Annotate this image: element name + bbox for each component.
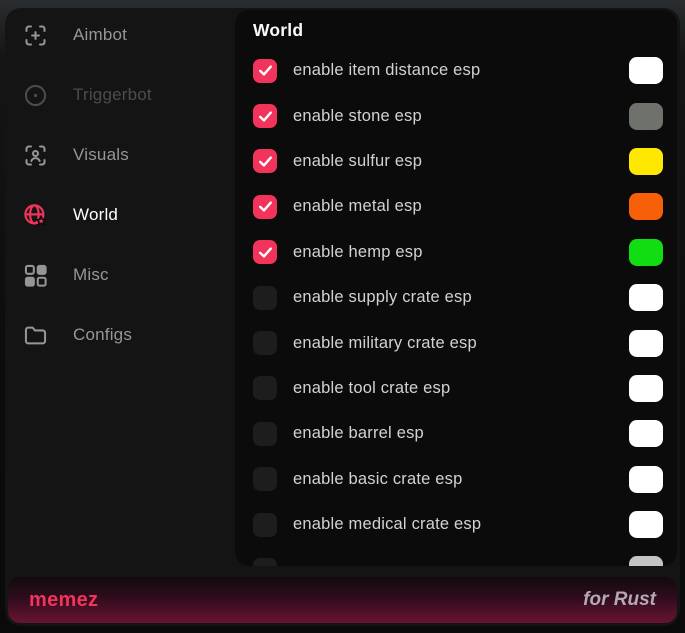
esp-color-swatch[interactable] [629, 511, 663, 538]
esp-color-swatch[interactable] [629, 330, 663, 357]
esp-option-row: enable supply crate esp [253, 275, 663, 320]
settings-panel: World enable item distance esp enable st… [235, 10, 677, 566]
check-icon [257, 198, 274, 215]
check-icon [257, 62, 274, 79]
check-icon [257, 108, 274, 125]
esp-checkbox[interactable] [253, 513, 277, 537]
esp-option-label: enable medical crate esp [293, 515, 481, 534]
esp-option-row [253, 547, 663, 566]
cheat-menu-window: Aimbot Triggerbot Visuals World Misc Con… [5, 8, 680, 626]
sidebar-item-label: Visuals [73, 145, 129, 165]
circle-dot-icon [22, 82, 49, 109]
sidebar-item-configs[interactable]: Configs [5, 305, 235, 365]
esp-checkbox[interactable] [253, 286, 277, 310]
sidebar-item-aimbot[interactable]: Aimbot [5, 5, 235, 65]
esp-options-list: enable item distance esp enable stone es… [253, 48, 663, 566]
esp-checkbox[interactable] [253, 149, 277, 173]
esp-color-swatch[interactable] [629, 284, 663, 311]
esp-option-row: enable stone esp [253, 93, 663, 138]
esp-option-row: enable sulfur esp [253, 139, 663, 184]
esp-option-label: enable stone esp [293, 107, 422, 126]
tagline-label: for Rust [583, 589, 656, 611]
esp-option-row: enable barrel esp [253, 411, 663, 456]
esp-option-label: enable military crate esp [293, 334, 477, 353]
esp-option-row: enable military crate esp [253, 320, 663, 365]
esp-color-swatch[interactable] [629, 466, 663, 493]
esp-option-label: enable metal esp [293, 197, 422, 216]
esp-option-label: enable item distance esp [293, 61, 480, 80]
esp-color-swatch[interactable] [629, 556, 663, 566]
esp-checkbox[interactable] [253, 467, 277, 491]
esp-color-swatch[interactable] [629, 148, 663, 175]
sidebar-item-label: Misc [73, 265, 109, 285]
esp-option-row: enable item distance esp [253, 48, 663, 93]
sidebar-item-label: Aimbot [73, 25, 127, 45]
esp-checkbox[interactable] [253, 104, 277, 128]
esp-color-swatch[interactable] [629, 103, 663, 130]
esp-option-label: enable barrel esp [293, 424, 424, 443]
check-icon [257, 244, 274, 261]
sidebar-item-triggerbot[interactable]: Triggerbot [5, 65, 235, 125]
esp-option-row: enable medical crate esp [253, 502, 663, 547]
esp-option-row: enable hemp esp [253, 230, 663, 275]
sidebar-item-visuals[interactable]: Visuals [5, 125, 235, 185]
esp-checkbox[interactable] [253, 376, 277, 400]
esp-option-label: enable sulfur esp [293, 152, 422, 171]
esp-color-swatch[interactable] [629, 375, 663, 402]
sidebar-item-misc[interactable]: Misc [5, 245, 235, 305]
esp-option-label: enable tool crate esp [293, 379, 450, 398]
esp-checkbox[interactable] [253, 195, 277, 219]
esp-checkbox[interactable] [253, 331, 277, 355]
esp-option-row: enable metal esp [253, 184, 663, 229]
brand-label: memez [29, 589, 98, 612]
panel-title: World [253, 20, 303, 41]
person-scan-icon [22, 142, 49, 169]
check-icon [257, 153, 274, 170]
esp-option-row: enable basic crate esp [253, 457, 663, 502]
globe-star-icon [22, 202, 49, 229]
sidebar-item-label: Configs [73, 325, 132, 345]
esp-color-swatch[interactable] [629, 420, 663, 447]
folder-icon [22, 322, 49, 349]
footer-bar: memez for Rust [8, 577, 677, 623]
esp-color-swatch[interactable] [629, 57, 663, 84]
sidebar-nav: Aimbot Triggerbot Visuals World Misc Con… [5, 5, 235, 365]
esp-option-label: enable hemp esp [293, 243, 423, 262]
esp-checkbox[interactable] [253, 422, 277, 446]
sidebar-item-label: Triggerbot [73, 85, 152, 105]
esp-color-swatch[interactable] [629, 193, 663, 220]
esp-checkbox[interactable] [253, 240, 277, 264]
crosshair-icon [22, 22, 49, 49]
esp-color-swatch[interactable] [629, 239, 663, 266]
sidebar-item-world[interactable]: World [5, 185, 235, 245]
esp-checkbox[interactable] [253, 558, 277, 566]
esp-option-label: enable supply crate esp [293, 288, 472, 307]
esp-option-row: enable tool crate esp [253, 366, 663, 411]
game-overlay-background: Aimbot Triggerbot Visuals World Misc Con… [0, 0, 685, 633]
esp-option-label: enable basic crate esp [293, 470, 463, 489]
grid-icon [22, 262, 49, 289]
esp-checkbox[interactable] [253, 59, 277, 83]
sidebar-item-label: World [73, 205, 118, 225]
